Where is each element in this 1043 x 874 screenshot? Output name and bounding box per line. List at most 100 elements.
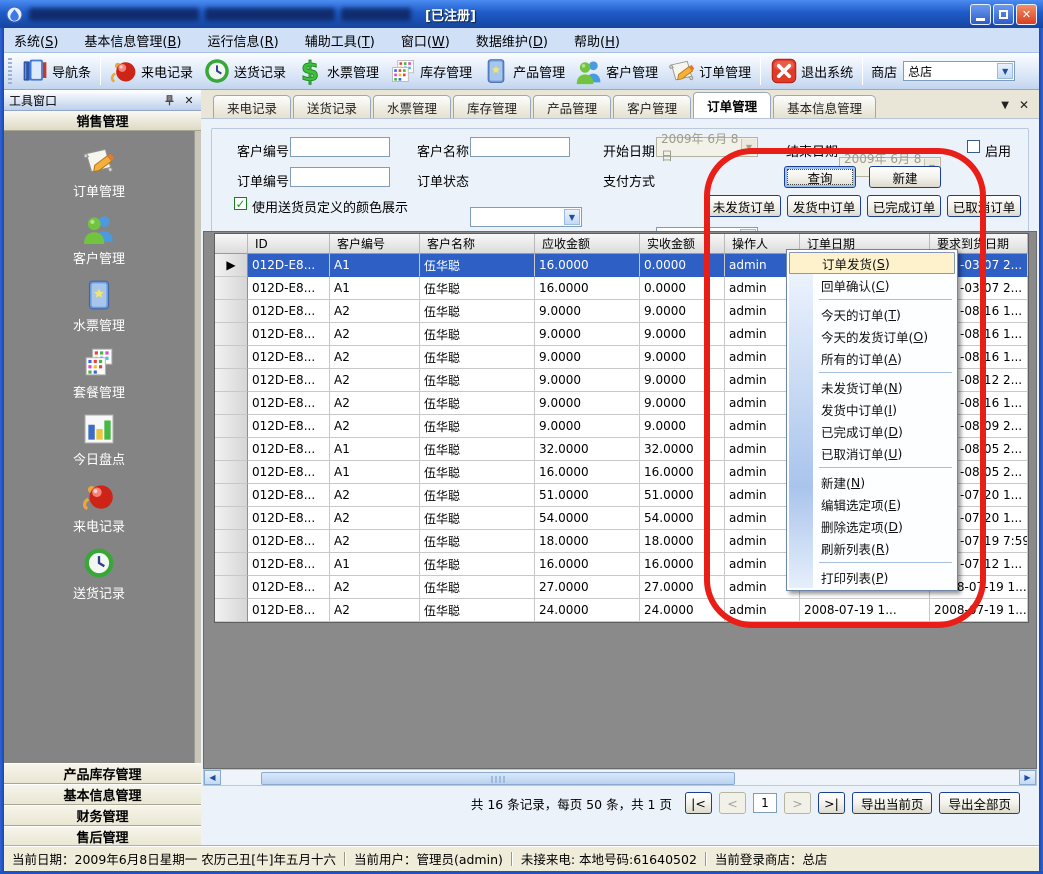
context-menu-item-9[interactable]: 已完成订单(D)	[789, 420, 955, 442]
sidebar-section-0[interactable]: 产品库存管理	[4, 763, 201, 784]
context-menu-item-10[interactable]: 已取消订单(U)	[789, 442, 955, 464]
toolbar-button-customers[interactable]: 客户管理	[570, 55, 663, 87]
tab-0[interactable]: 来电记录	[213, 95, 291, 118]
menu-item-1[interactable]: 基本信息管理(B)	[84, 31, 181, 50]
toolbar-button-clock[interactable]: 送货记录	[198, 55, 291, 87]
order-no-input[interactable]	[290, 167, 390, 187]
start-date-picker[interactable]: 2009年 6月 8日▼	[656, 137, 758, 157]
store-select[interactable]: 总店 ▼	[903, 61, 1015, 81]
sidebar-section-3[interactable]: 售后管理	[4, 826, 201, 847]
menu-item-6[interactable]: 帮助(H)	[574, 31, 620, 50]
row-selector-cell[interactable]	[215, 392, 248, 415]
context-menu-item-1[interactable]: 回单确认(C)	[789, 274, 955, 296]
enable-checkbox[interactable]	[967, 140, 980, 153]
close-icon[interactable]: ✕	[182, 93, 196, 107]
menu-item-4[interactable]: 窗口(W)	[401, 31, 450, 50]
menu-item-3[interactable]: 辅助工具(T)	[305, 31, 375, 50]
sidebar-section-2[interactable]: 财务管理	[4, 805, 201, 826]
row-selector-cell[interactable]	[215, 438, 248, 461]
minimize-button[interactable]	[970, 4, 991, 25]
context-menu-item-7[interactable]: 未发货订单(N)	[789, 376, 955, 398]
toolbar-button-calendar[interactable]: 库存管理	[384, 55, 477, 87]
context-menu-item-15[interactable]: 刷新列表(R)	[789, 537, 955, 559]
row-selector-cell[interactable]	[215, 277, 248, 300]
sidebar-item-chart[interactable]: 今日盘点	[39, 412, 159, 468]
first-page-button[interactable]: |<	[685, 792, 712, 814]
row-selector-cell[interactable]	[215, 369, 248, 392]
context-menu-item-4[interactable]: 今天的发货订单(O)	[789, 325, 955, 347]
sidebar-item-bell[interactable]: 来电记录	[39, 479, 159, 535]
tab-7[interactable]: 基本信息管理	[773, 95, 876, 118]
maximize-button[interactable]	[993, 4, 1014, 25]
tab-close-icon[interactable]: ✕	[1019, 98, 1029, 112]
sidebar-group-sales[interactable]: 销售管理	[4, 111, 201, 131]
prev-page-button[interactable]: <	[719, 792, 746, 814]
status-filter-button-0[interactable]: 未发货订单	[707, 195, 781, 217]
toolbar-grip[interactable]	[8, 58, 12, 84]
column-header[interactable]: 实收金额	[640, 234, 725, 254]
context-menu-item-8[interactable]: 发货中订单(I)	[789, 398, 955, 420]
sidebar-item-customers[interactable]: 客户管理	[39, 211, 159, 267]
column-header[interactable]: 客户编号	[330, 234, 420, 254]
status-filter-button-1[interactable]: 发货中订单	[787, 195, 861, 217]
customer-name-input[interactable]	[470, 137, 570, 157]
tab-4[interactable]: 产品管理	[533, 95, 611, 118]
sidebar-item-product-book[interactable]: 水票管理	[39, 278, 159, 334]
sidebar-section-1[interactable]: 基本信息管理	[4, 784, 201, 805]
menu-item-5[interactable]: 数据维护(D)	[476, 31, 548, 50]
context-menu-item-12[interactable]: 新建(N)	[789, 471, 955, 493]
customer-no-input[interactable]	[290, 137, 390, 157]
next-page-button[interactable]: >	[784, 792, 811, 814]
column-header[interactable]: 客户名称	[420, 234, 535, 254]
row-selector-cell[interactable]	[215, 553, 248, 576]
row-selector-cell[interactable]	[215, 484, 248, 507]
status-filter-button-3[interactable]: 已取消订单	[947, 195, 1021, 217]
toolbar-button-dollar[interactable]: $ 水票管理	[291, 55, 384, 87]
tab-list-dropdown-icon[interactable]: ▼	[1001, 100, 1009, 111]
context-menu-item-5[interactable]: 所有的订单(A)	[789, 347, 955, 369]
menu-item-2[interactable]: 运行信息(R)	[208, 31, 279, 50]
row-selector-cell[interactable]	[215, 599, 248, 622]
context-menu-item-0[interactable]: 订单发货(S)	[789, 252, 955, 274]
row-selector-cell[interactable]	[215, 415, 248, 438]
context-menu-item-14[interactable]: 删除选定项(D)	[789, 515, 955, 537]
toolbar-button-order[interactable]: 订单管理	[663, 55, 756, 87]
sidebar-scrollbar[interactable]	[194, 131, 201, 763]
tab-1[interactable]: 送货记录	[293, 95, 371, 118]
query-button[interactable]: 查询	[784, 166, 856, 188]
status-filter-button-2[interactable]: 已完成订单	[867, 195, 941, 217]
context-menu-item-17[interactable]: 打印列表(P)	[789, 566, 955, 588]
toolbar-button-exit[interactable]: 退出系统	[765, 55, 858, 87]
column-header[interactable]: 应收金额	[535, 234, 640, 254]
tab-3[interactable]: 库存管理	[453, 95, 531, 118]
new-button[interactable]: 新建	[869, 166, 941, 188]
table-row[interactable]: 012D-E8...A2伍华聪24.000024.0000admin2008-0…	[215, 599, 1028, 622]
sidebar-item-clock[interactable]: 送货记录	[39, 546, 159, 602]
tab-5[interactable]: 客户管理	[613, 95, 691, 118]
delivery-color-checkbox[interactable]: ✓	[234, 197, 247, 210]
toolbar-button-navigator[interactable]: 导航条	[16, 55, 96, 87]
row-selector-cell[interactable]	[215, 346, 248, 369]
sidebar-item-order[interactable]: 订单管理	[39, 144, 159, 200]
row-selector-cell[interactable]	[215, 323, 248, 346]
toolbar-button-product-book[interactable]: 产品管理	[477, 55, 570, 87]
export-current-page-button[interactable]: 导出当前页	[852, 792, 933, 814]
tab-2[interactable]: 水票管理	[373, 95, 451, 118]
row-selector-cell[interactable]	[215, 300, 248, 323]
context-menu-item-13[interactable]: 编辑选定项(E)	[789, 493, 955, 515]
pin-icon[interactable]	[162, 93, 176, 107]
row-selector-cell[interactable]: ▶	[215, 254, 248, 277]
scroll-right-icon[interactable]: ▶	[1019, 770, 1036, 785]
page-number-input[interactable]: 1	[753, 793, 777, 813]
close-button[interactable]: ✕	[1016, 4, 1037, 25]
scroll-left-icon[interactable]: ◀	[204, 770, 221, 785]
menu-item-0[interactable]: 系统(S)	[14, 31, 58, 50]
scrollbar-thumb[interactable]	[261, 772, 735, 785]
row-selector-cell[interactable]	[215, 507, 248, 530]
tab-6[interactable]: 订单管理	[693, 92, 771, 118]
last-page-button[interactable]: >|	[818, 792, 845, 814]
export-all-pages-button[interactable]: 导出全部页	[939, 792, 1020, 814]
order-status-select[interactable]: ▼	[470, 207, 582, 227]
horizontal-scrollbar[interactable]: ◀ ▶	[203, 769, 1037, 786]
row-selector-cell[interactable]	[215, 461, 248, 484]
